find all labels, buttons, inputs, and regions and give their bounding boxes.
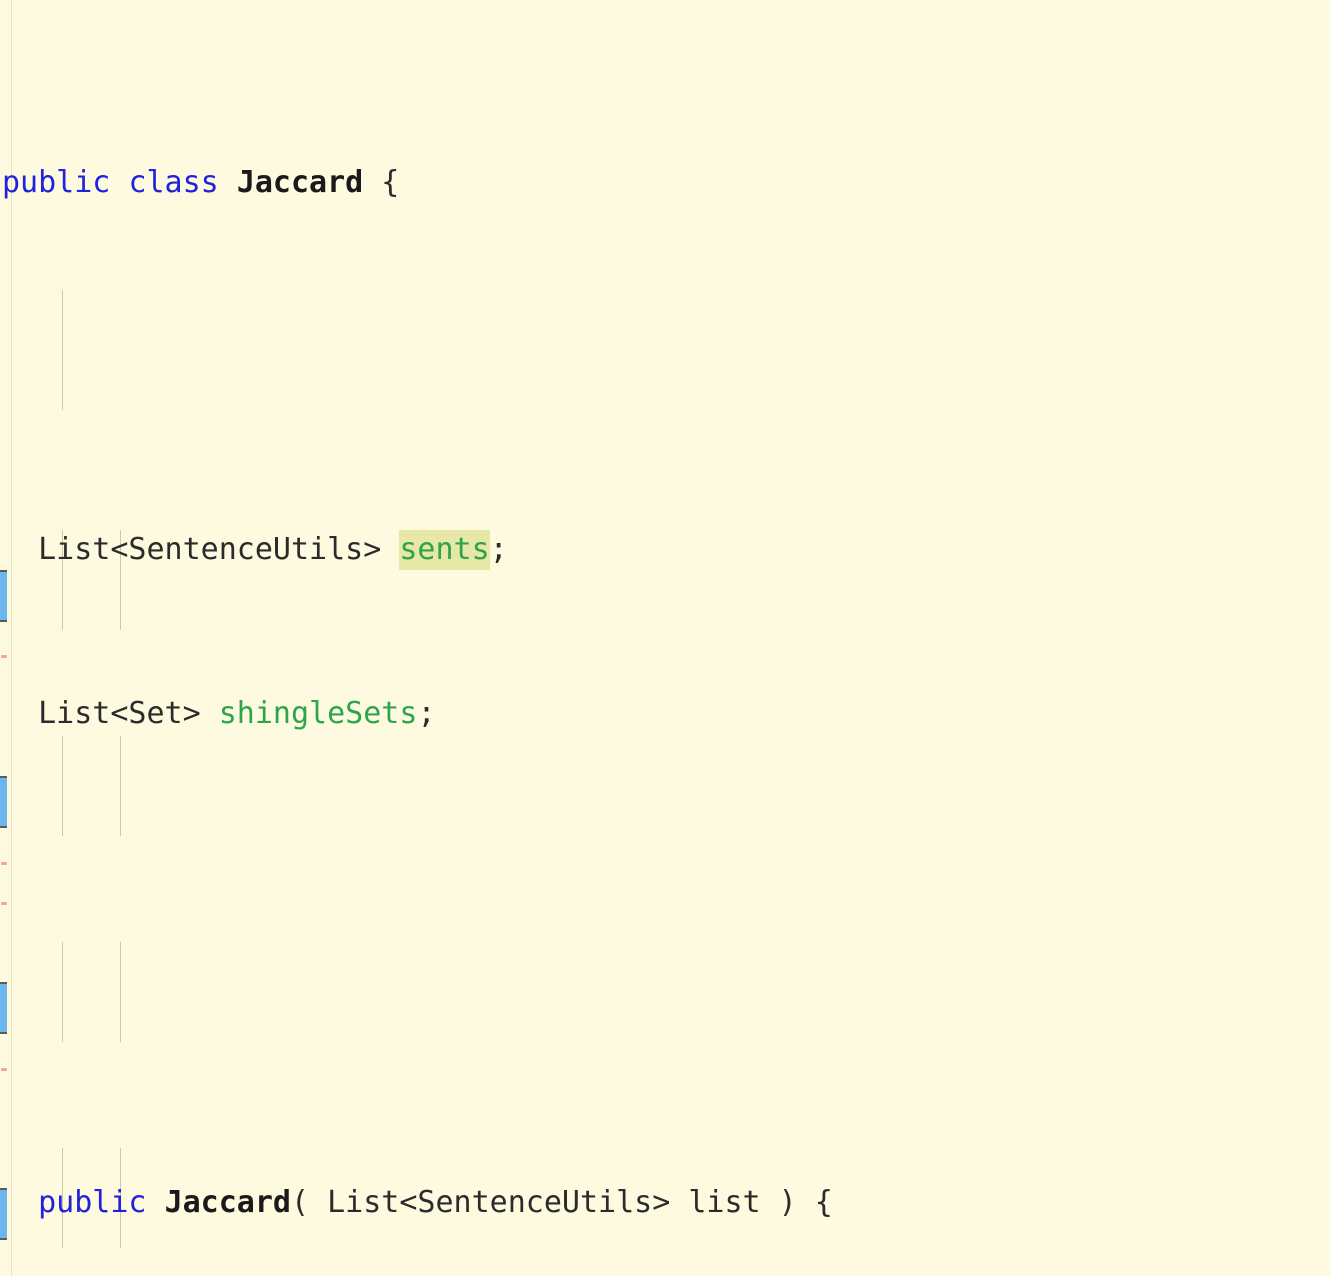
constructor-params: ( List<SentenceUtils> list ) { (291, 1185, 833, 1221)
field-name-sents[interactable]: sents (399, 530, 490, 571)
code-line-class-decl[interactable]: public class Jaccard { (0, 163, 1330, 204)
semicolon: ; (489, 532, 508, 568)
field-type: List<Set> (38, 695, 219, 731)
keyword-public: public (2, 165, 111, 201)
field-name-shinglesets[interactable]: shingleSets (219, 696, 418, 731)
open-brace: { (363, 165, 400, 201)
keyword-public: public (38, 1185, 165, 1221)
code-content[interactable]: public class Jaccard { List<SentenceUtil… (0, 0, 1330, 1276)
class-name[interactable]: Jaccard (237, 165, 363, 200)
code-line-field-sents[interactable]: List<SentenceUtils> sents; (0, 530, 1330, 571)
constructor-name[interactable]: Jaccard (165, 1185, 291, 1220)
code-line-field-shinglesets[interactable]: List<Set> shingleSets; (0, 694, 1330, 735)
semicolon: ; (417, 695, 436, 731)
keyword-class: class (128, 165, 219, 201)
code-editor[interactable]: public class Jaccard { List<SentenceUtil… (0, 0, 1330, 1276)
code-line-constructor-decl[interactable]: public Jaccard( List<SentenceUtils> list… (0, 1183, 1330, 1224)
field-type: List<SentenceUtils> (38, 532, 400, 568)
